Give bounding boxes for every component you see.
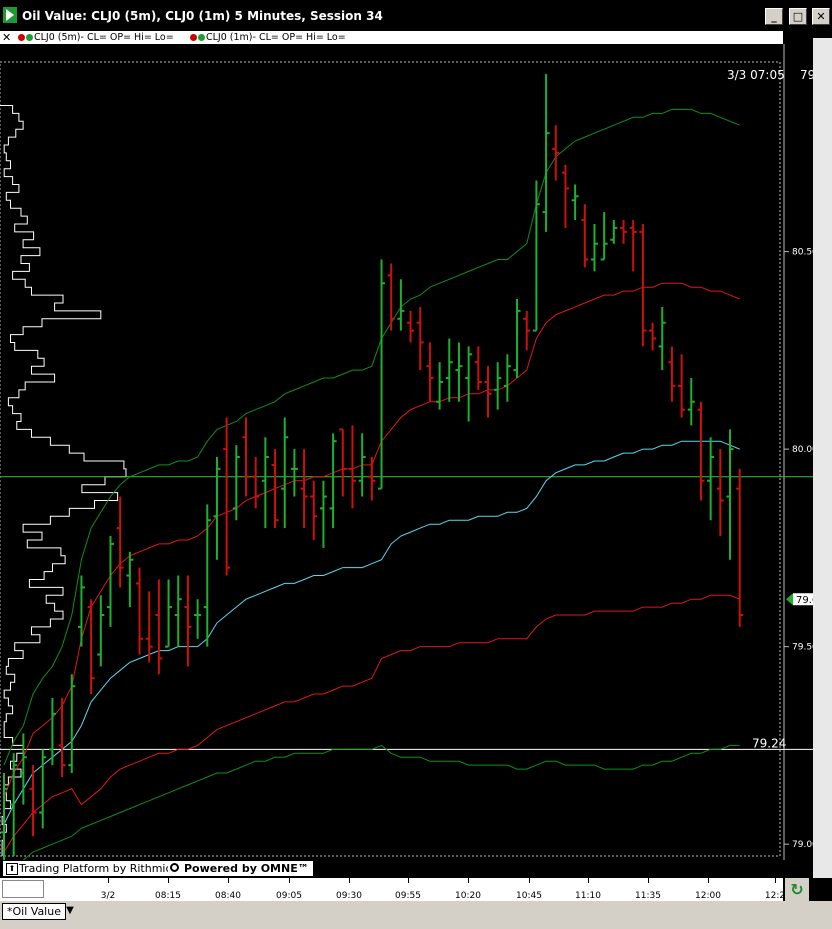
time-tick-label: 12:2: [764, 891, 786, 901]
status-dot-icon: [198, 34, 205, 41]
time-tick: [349, 878, 350, 883]
time-tick-label: 08:15: [155, 891, 181, 901]
vertical-scrollbar[interactable]: [813, 38, 832, 878]
legend-bar: ✕ CLJ0 (5m)- CL= OP= Hi= Lo= CLJ0 (1m)- …: [0, 31, 783, 44]
price-tick-label: 80.50: [792, 248, 813, 258]
white-line-label: 79.24: [752, 736, 786, 750]
status-dot-icon: [190, 34, 197, 41]
legend-close-icon[interactable]: ✕: [2, 31, 11, 44]
price-tick-label: 79.50: [792, 643, 813, 653]
tab-dropdown-icon[interactable]: ▼: [62, 905, 78, 918]
close-button[interactable]: ✕: [812, 8, 830, 25]
app-logo-icon: [3, 7, 17, 23]
arrow-icon: ⬆: [6, 863, 18, 875]
window-title: Oil Value: CLJ0 (5m), CLJ0 (1m) 5 Minute…: [22, 9, 383, 23]
maximize-button[interactable]: □: [789, 8, 807, 25]
time-tick: [529, 878, 530, 883]
time-tick: [228, 878, 229, 883]
legend-item-1m[interactable]: CLJ0 (1m)- CL= OP= Hi= Lo=: [190, 31, 346, 44]
time-tick-label: 09:55: [395, 891, 421, 901]
status-dot-icon: [26, 34, 33, 41]
time-tick: [708, 878, 709, 883]
time-axis[interactable]: 3/2 08:15 08:40 09:05 09:30 09:55 10:20 10:45 11…: [0, 878, 786, 901]
rithmic-brand: ⬆ Trading Platform by Rithmic™: [3, 861, 187, 876]
omne-brand: Powered by OMNE™: [168, 861, 313, 876]
time-tick: [775, 878, 776, 883]
time-axis-box[interactable]: [2, 880, 44, 898]
refresh-icon[interactable]: ↻: [785, 878, 809, 901]
time-tick: [108, 878, 109, 883]
status-dot-icon: [18, 34, 25, 41]
time-tick-label: 11:10: [575, 891, 601, 901]
chart-background: [0, 44, 813, 860]
time-tick-label: 10:45: [516, 891, 542, 901]
legend-item-5m[interactable]: CLJ0 (5m)- CL= OP= Hi= Lo=: [18, 31, 174, 44]
tab-bar: *Oil Value ▼: [0, 901, 832, 929]
time-tick: [289, 878, 290, 883]
top-value-label: 79.24: [800, 68, 813, 82]
time-tick: [588, 878, 589, 883]
price-chart[interactable]: 79.24 79.00 79.50 80.00 80.50 79.62 3/3 07:0…: [0, 44, 813, 860]
time-tick-label: 08:40: [215, 891, 241, 901]
time-tick: [648, 878, 649, 883]
time-tick-label: 11:35: [635, 891, 661, 901]
legend-text: CLJ0 (1m)- CL= OP= Hi= Lo=: [206, 32, 346, 43]
tab-oil-value[interactable]: *Oil Value: [2, 903, 66, 920]
minimize-button[interactable]: _: [765, 8, 783, 25]
powered-label: Powered by OMNE™: [184, 862, 309, 875]
price-tick-label: 79.00: [792, 840, 813, 850]
time-tick-label: 09:05: [276, 891, 302, 901]
price-tick-label: 80.00: [792, 445, 813, 455]
platform-label: Trading Platform by Rithmic™: [19, 862, 183, 875]
time-tick: [468, 878, 469, 883]
legend-text: CLJ0 (5m)- CL= OP= Hi= Lo=: [34, 32, 174, 43]
axis-top-value: 79.24: [796, 56, 813, 67]
time-tick-label: 12:00: [695, 891, 721, 901]
time-tick: [168, 878, 169, 883]
omne-ring-icon: [170, 863, 179, 872]
time-tick: [408, 878, 409, 883]
last-price-label: 79.62: [796, 595, 813, 606]
top-date-label: 3/3 07:05: [727, 68, 785, 82]
time-tick-label: 09:30: [336, 891, 362, 901]
time-tick-label: 10:20: [455, 891, 481, 901]
time-tick-label: 3/2: [100, 891, 116, 901]
title-bar: Oil Value: CLJ0 (5m), CLJ0 (1m) 5 Minute…: [0, 0, 832, 31]
